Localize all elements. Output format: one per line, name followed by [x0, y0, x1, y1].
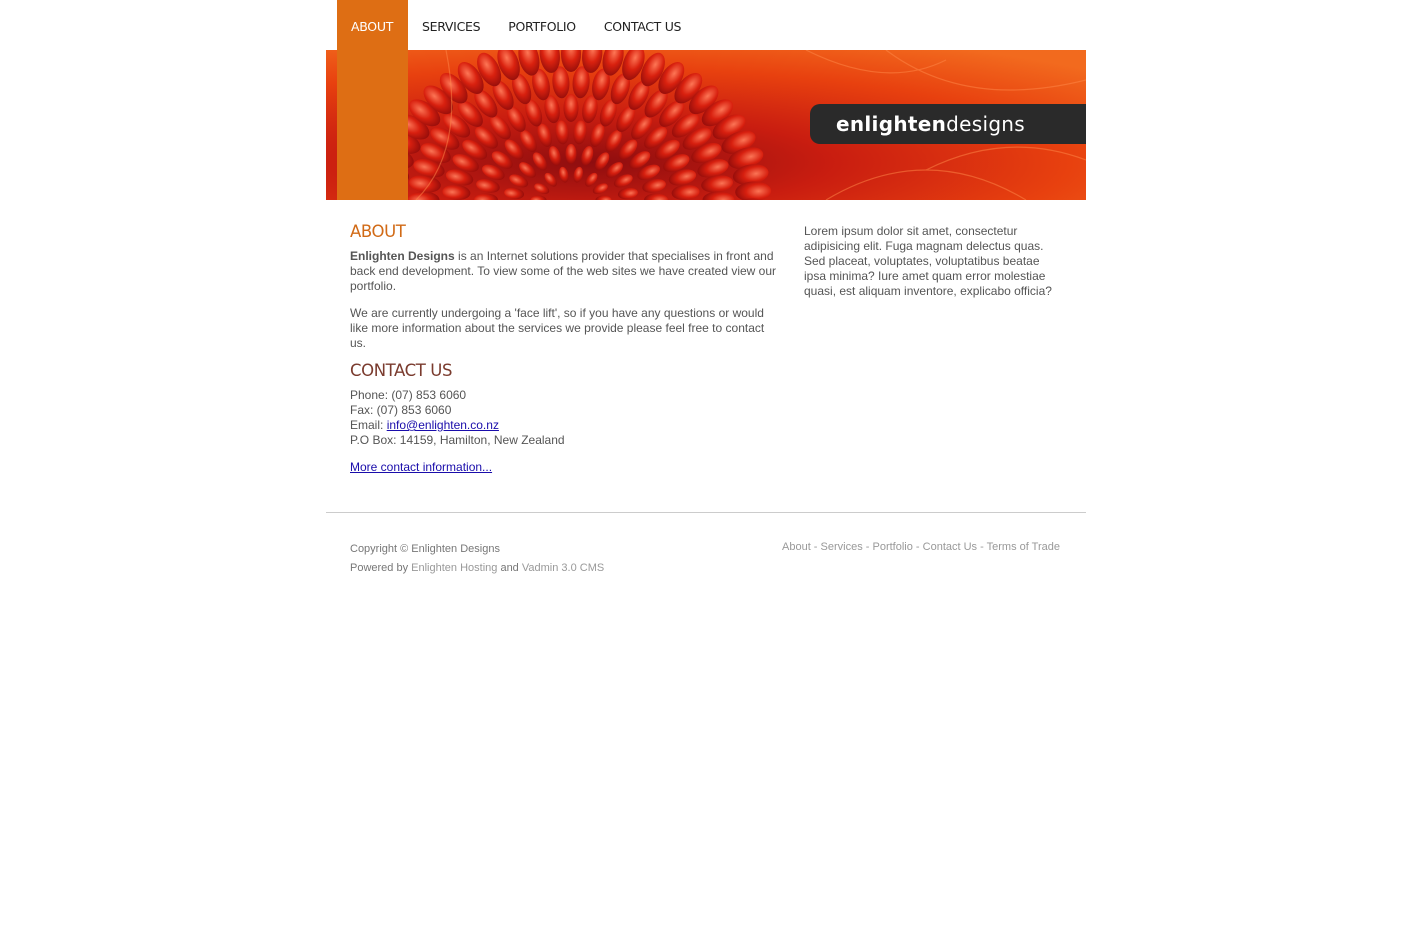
logo-bold-text: enlighten	[836, 112, 947, 136]
footer-info: Copyright © Enlighten Designs Powered by…	[350, 540, 604, 578]
and-text: and	[497, 562, 522, 574]
more-contact-link[interactable]: More contact information...	[350, 460, 492, 474]
footer-link-services[interactable]: Services	[821, 541, 863, 553]
copyright-text: Copyright © Enlighten Designs	[350, 543, 500, 555]
email-label: Email:	[350, 418, 387, 432]
nav-contact-us[interactable]: CONTACT US	[590, 0, 695, 50]
sidebar-text: Lorem ipsum dolor sit amet, consectetur …	[804, 224, 1052, 298]
about-paragraph-1: Enlighten Designs is an Internet solutio…	[350, 249, 780, 294]
powered-by-row: Powered by Enlighten Hosting and Vadmin …	[350, 559, 604, 578]
fax-text: Fax: (07) 853 6060	[350, 403, 452, 417]
footer-link-portfolio[interactable]: Portfolio	[873, 541, 913, 553]
company-name: Enlighten Designs	[350, 249, 455, 263]
flower-petal	[563, 94, 579, 122]
footer-separator: -	[862, 541, 873, 553]
footer-separator: -	[810, 541, 821, 553]
about-paragraph-2: We are currently undergoing a 'face lift…	[350, 306, 765, 350]
logo-light-text: designs	[946, 112, 1026, 136]
footer-link-terms-of-trade[interactable]: Terms of Trade	[987, 541, 1060, 553]
footer-nav: About - Services - Portfolio - Contact U…	[782, 540, 1060, 554]
phone-text: Phone: (07) 853 6060	[350, 388, 467, 402]
main-nav: ABOUT SERVICES PORTFOLIO CONTACT US	[337, 0, 695, 50]
logo[interactable]: enlightendesigns	[810, 104, 1086, 144]
nav-services[interactable]: SERVICES	[408, 0, 494, 50]
footer-separator: -	[912, 541, 923, 553]
about-heading: ABOUT	[350, 222, 406, 241]
cms-link[interactable]: Vadmin 3.0 CMS	[522, 562, 604, 574]
nav-portfolio[interactable]: PORTFOLIO	[494, 0, 590, 50]
hosting-link[interactable]: Enlighten Hosting	[411, 562, 497, 574]
main-content: ABOUT Enlighten Designs is an Internet s…	[350, 222, 780, 475]
contact-details: Phone: (07) 853 6060 Fax: (07) 853 6060 …	[350, 388, 780, 448]
footer-link-about[interactable]: About	[782, 541, 811, 553]
active-nav-strip	[337, 50, 408, 200]
sidebar: Lorem ipsum dolor sit amet, consectetur …	[804, 224, 1060, 299]
email-link[interactable]: info@enlighten.co.nz	[387, 418, 499, 432]
footer-divider	[326, 512, 1086, 513]
po-box-text: P.O Box: 14159, Hamilton, New Zealand	[350, 433, 565, 447]
email-row: Email: info@enlighten.co.nz	[350, 418, 780, 433]
nav-about[interactable]: ABOUT	[337, 0, 408, 50]
footer-separator: -	[977, 541, 987, 553]
flower-petal	[565, 144, 577, 164]
powered-by-label: Powered by	[350, 562, 412, 574]
header-banner: enlightendesigns	[326, 50, 1086, 200]
contact-heading: CONTACT US	[350, 361, 453, 380]
footer-link-contact-us[interactable]: Contact Us	[923, 541, 977, 553]
